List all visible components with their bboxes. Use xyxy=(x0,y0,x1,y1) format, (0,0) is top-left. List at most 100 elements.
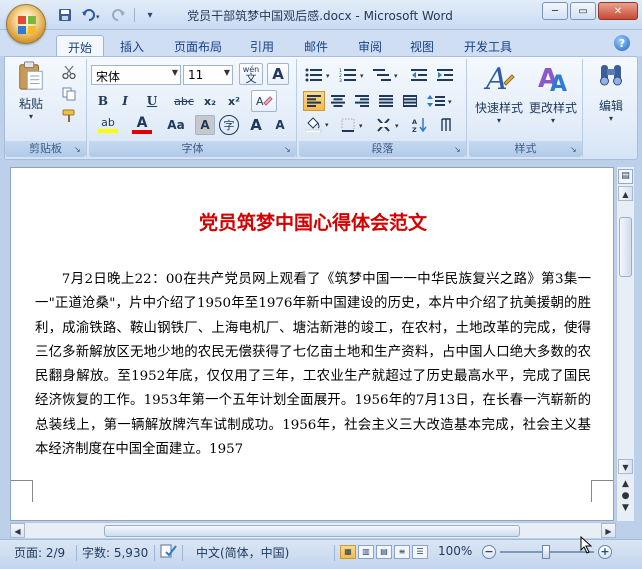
increase-indent-button[interactable] xyxy=(433,65,457,85)
save-icon[interactable] xyxy=(56,6,74,24)
highlight-label: ab xyxy=(101,116,115,129)
subscript-button[interactable]: x₂ xyxy=(199,91,221,111)
tab-mailings[interactable]: 邮件 xyxy=(296,35,336,56)
copy-button[interactable] xyxy=(59,85,79,103)
minimize-button[interactable]: ─ xyxy=(542,2,568,20)
superscript-button[interactable]: x² xyxy=(223,91,245,111)
align-left-button[interactable] xyxy=(303,91,325,111)
tab-review[interactable]: 审阅 xyxy=(350,35,390,56)
justify-button[interactable] xyxy=(375,91,397,111)
horizontal-scrollbar[interactable]: ◀ ▶ xyxy=(10,522,616,538)
sort-button[interactable]: AZ xyxy=(409,115,431,135)
proofing-icon[interactable] xyxy=(160,543,178,562)
clipboard-launcher-icon[interactable]: ↘ xyxy=(74,145,83,154)
font-name-combobox[interactable]: 宋体 ▼ xyxy=(91,65,181,85)
borders-button[interactable]: ▾ xyxy=(339,115,371,135)
styles-group-label: 样式 xyxy=(469,141,582,157)
font-launcher-icon[interactable]: ↘ xyxy=(284,145,293,154)
sort-icon: AZ xyxy=(412,118,427,133)
multilevel-list-button[interactable]: ▾ xyxy=(371,65,403,85)
help-icon[interactable]: ? xyxy=(614,35,630,51)
document-body[interactable]: 7月2日晚上22：00在共产党员网上观看了《筑梦中国一一中华民族复兴之路》第3集… xyxy=(35,268,591,462)
change-case-button[interactable]: Aa xyxy=(161,115,191,135)
restore-button[interactable]: ▭ xyxy=(570,2,596,20)
tab-insert[interactable]: 插入 xyxy=(112,35,152,56)
decrease-indent-button[interactable] xyxy=(407,65,431,85)
draft-view-icon[interactable]: ☰ xyxy=(412,545,428,559)
outline-view-icon[interactable]: ≡ xyxy=(394,545,410,559)
tab-references[interactable]: 引用 xyxy=(242,35,282,56)
page-indicator[interactable]: 页面: 2/9 xyxy=(14,544,65,561)
editing-button[interactable]: 编辑 ▾ xyxy=(589,61,633,137)
zoom-level[interactable]: 100% xyxy=(438,544,472,558)
character-shading-button[interactable]: A xyxy=(195,115,215,135)
close-button[interactable]: ✕ xyxy=(598,2,638,20)
paste-dropdown-arrow[interactable]: ▾ xyxy=(29,112,33,121)
character-border-button[interactable]: A xyxy=(267,63,289,85)
vertical-scroll-thumb[interactable] xyxy=(619,217,632,277)
align-right-button[interactable] xyxy=(351,91,373,111)
scroll-left-arrow[interactable]: ◀ xyxy=(10,523,25,538)
paragraph-launcher-icon[interactable]: ↘ xyxy=(454,145,463,154)
office-button[interactable] xyxy=(6,4,46,44)
view-ruler-icon[interactable]: ▤ xyxy=(618,169,633,184)
vertical-scrollbar[interactable]: ▤ ▲ ▼ ▲ ● ▼ xyxy=(616,167,634,521)
browse-object-icon[interactable]: ● xyxy=(620,491,631,502)
font-size-combobox[interactable]: 11 ▼ xyxy=(183,65,233,85)
grow-font-button[interactable]: A xyxy=(245,115,267,135)
window-title: 党员干部筑梦中国观后感.docx - Microsoft Word xyxy=(187,9,453,23)
line-spacing-button[interactable]: ▾ xyxy=(425,91,457,111)
highlight-button[interactable]: ab xyxy=(93,115,123,135)
styles-launcher-icon[interactable]: ↘ xyxy=(570,145,579,154)
asian-layout-button[interactable]: ▾ xyxy=(375,115,407,135)
bullets-button[interactable]: ▾ xyxy=(303,65,335,85)
distributed-button[interactable] xyxy=(399,91,421,111)
scroll-up-arrow[interactable]: ▲ xyxy=(618,186,633,201)
font-size-dropdown-icon[interactable]: ▼ xyxy=(224,68,230,77)
tab-developer[interactable]: 开发工具 xyxy=(456,35,520,56)
full-screen-reading-view-icon[interactable]: ▥ xyxy=(358,545,374,559)
align-center-button[interactable] xyxy=(327,91,349,111)
shading-button[interactable]: ▾ xyxy=(303,115,335,135)
font-color-button[interactable]: A xyxy=(127,115,157,135)
word-count[interactable]: 字数: 5,930 xyxy=(82,544,148,561)
phonetic-guide-button[interactable]: wén 文 xyxy=(239,63,263,85)
tab-home[interactable]: 开始 xyxy=(56,35,104,56)
zoom-out-button[interactable]: − xyxy=(482,545,496,559)
document-page[interactable]: 党员筑梦中国心得体会范文 7月2日晚上22：00在共产党员网上观看了《筑梦中国一… xyxy=(10,167,614,521)
show-hide-marks-button[interactable] xyxy=(435,115,457,135)
status-separator xyxy=(182,545,183,561)
undo-icon[interactable]: ▾ xyxy=(80,6,104,24)
redo-icon[interactable] xyxy=(110,6,128,24)
enclose-characters-button[interactable]: 字 xyxy=(219,115,239,135)
quick-styles-button[interactable]: A 快速样式 ▾ xyxy=(473,61,525,137)
previous-page-icon[interactable]: ▲ xyxy=(620,479,631,490)
zoom-slider-thumb[interactable] xyxy=(542,545,550,559)
decrease-indent-icon xyxy=(411,69,427,81)
multilevel-list-icon: ▾ xyxy=(373,69,398,81)
next-page-icon[interactable]: ▼ xyxy=(620,503,631,514)
underline-button[interactable]: U xyxy=(137,91,167,111)
shrink-font-button[interactable]: A xyxy=(269,115,291,135)
horizontal-scroll-thumb[interactable] xyxy=(104,525,520,537)
bold-button[interactable]: B xyxy=(93,91,113,111)
scroll-down-arrow[interactable]: ▼ xyxy=(618,459,633,474)
editing-dropdown-icon: ▾ xyxy=(608,114,613,123)
font-name-dropdown-icon[interactable]: ▼ xyxy=(172,68,178,77)
language-indicator[interactable]: 中文(简体，中国) xyxy=(196,544,289,561)
paste-button[interactable]: 粘贴 ▾ xyxy=(11,61,51,121)
tab-page-layout[interactable]: 页面布局 xyxy=(166,35,230,56)
tab-view[interactable]: 视图 xyxy=(402,35,442,56)
strikethrough-button[interactable]: abc xyxy=(171,91,197,111)
clear-formatting-button[interactable]: A xyxy=(251,90,277,112)
scroll-right-arrow[interactable]: ▶ xyxy=(601,523,616,538)
customize-qat-button[interactable]: ▾ xyxy=(141,6,159,24)
change-styles-button[interactable]: AA 更改样式 ▾ xyxy=(527,61,579,137)
zoom-in-button[interactable]: + xyxy=(598,545,612,559)
numbering-button[interactable]: 1 2 3 ▾ xyxy=(337,65,369,85)
cut-button[interactable] xyxy=(59,63,79,81)
format-painter-button[interactable] xyxy=(59,107,79,125)
print-layout-view-icon[interactable]: ▦ xyxy=(340,545,356,559)
web-layout-view-icon[interactable]: ▤ xyxy=(376,545,392,559)
italic-button[interactable]: I xyxy=(115,91,135,111)
